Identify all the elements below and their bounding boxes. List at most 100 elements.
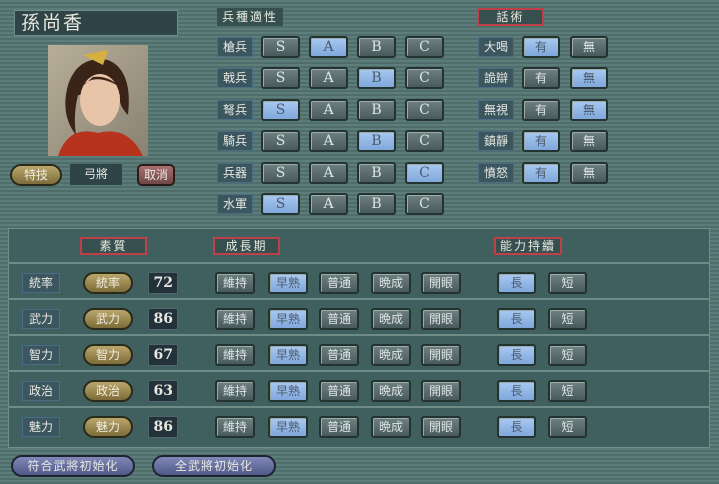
speech-skill-label: 無視 (478, 99, 514, 120)
duration-option-button[interactable]: 短 (548, 272, 587, 294)
growth-option-button[interactable]: 普通 (319, 344, 359, 366)
duration-option-button[interactable]: 短 (548, 344, 587, 366)
grade-button-C[interactable]: C (405, 67, 444, 90)
stat-value: 86 (148, 416, 178, 438)
stat-edit-button[interactable]: 政治 (83, 380, 133, 402)
speech-header: 話術 (477, 8, 544, 26)
duration-option-button[interactable]: 短 (548, 380, 587, 402)
grade-button-C[interactable]: C (405, 36, 444, 58)
none-option-button[interactable]: 無 (570, 161, 608, 184)
growth-option-button[interactable]: 普通 (319, 416, 359, 438)
stats-panel (8, 228, 710, 448)
reset-matching-officers-button[interactable]: 符合武將初始化 (11, 455, 135, 477)
duration-option-button[interactable]: 長 (497, 272, 536, 294)
growth-option-button[interactable]: 早熟 (268, 308, 308, 330)
troop-type-label: 兵器 (217, 162, 253, 183)
row-divider (8, 262, 710, 264)
stat-edit-button[interactable]: 武力 (83, 308, 133, 330)
growth-option-button[interactable]: 開眼 (421, 416, 461, 438)
grade-button-A[interactable]: A (309, 161, 348, 184)
growth-option-button[interactable]: 開眼 (421, 308, 461, 330)
growth-option-button[interactable]: 晩成 (371, 416, 411, 438)
stat-edit-button[interactable]: 智力 (83, 344, 133, 366)
duration-option-button[interactable]: 短 (548, 416, 587, 438)
has-option-button[interactable]: 有 (522, 98, 560, 121)
grade-button-B[interactable]: B (357, 98, 396, 121)
stat-edit-button[interactable]: 統率 (83, 272, 133, 294)
grade-button-A[interactable]: A (309, 98, 348, 121)
special-skill-button[interactable]: 特技 (10, 164, 62, 186)
growth-option-button[interactable]: 早熟 (268, 272, 308, 294)
none-option-button[interactable]: 無 (570, 98, 608, 121)
growth-option-button[interactable]: 維持 (215, 308, 255, 330)
troop-type-label: 騎兵 (217, 131, 253, 152)
none-option-button[interactable]: 無 (570, 36, 608, 58)
stat-label: 魅力 (22, 417, 60, 437)
special-skill-value: 弓將 (70, 164, 122, 185)
duration-option-button[interactable]: 長 (497, 344, 536, 366)
troop-type-label: 槍兵 (217, 37, 253, 57)
reset-all-officers-button[interactable]: 全武將初始化 (152, 455, 276, 477)
grade-button-S[interactable]: S (261, 161, 300, 184)
has-option-button[interactable]: 有 (522, 161, 560, 184)
row-divider (8, 298, 710, 300)
duration-option-button[interactable]: 短 (548, 308, 587, 330)
row-divider (8, 334, 710, 336)
growth-option-button[interactable]: 維持 (215, 380, 255, 402)
quality-header: 素質 (80, 237, 147, 255)
growth-option-button[interactable]: 普通 (319, 308, 359, 330)
growth-option-button[interactable]: 維持 (215, 416, 255, 438)
grade-button-A[interactable]: A (309, 67, 348, 90)
stat-value: 72 (148, 272, 178, 294)
none-option-button[interactable]: 無 (570, 67, 608, 90)
growth-option-button[interactable]: 維持 (215, 344, 255, 366)
growth-option-button[interactable]: 晩成 (371, 272, 411, 294)
troop-aptitude-header: 兵種適性 (217, 8, 283, 26)
growth-option-button[interactable]: 晩成 (371, 380, 411, 402)
grade-button-S[interactable]: S (261, 193, 300, 215)
grade-button-B[interactable]: B (357, 193, 396, 215)
grade-button-B[interactable]: B (357, 67, 396, 90)
duration-option-button[interactable]: 長 (497, 416, 536, 438)
grade-button-A[interactable]: A (309, 36, 348, 58)
has-option-button[interactable]: 有 (522, 130, 560, 153)
grade-button-S[interactable]: S (261, 67, 300, 90)
growth-option-button[interactable]: 晩成 (371, 308, 411, 330)
has-option-button[interactable]: 有 (522, 67, 560, 90)
growth-option-button[interactable]: 早熟 (268, 344, 308, 366)
grade-button-S[interactable]: S (261, 98, 300, 121)
growth-option-button[interactable]: 維持 (215, 272, 255, 294)
growth-option-button[interactable]: 開眼 (421, 272, 461, 294)
growth-option-button[interactable]: 開眼 (421, 344, 461, 366)
stat-value: 86 (148, 308, 178, 330)
grade-button-C[interactable]: C (405, 98, 444, 121)
speech-skill-label: 大喝 (478, 37, 514, 57)
duration-option-button[interactable]: 長 (497, 308, 536, 330)
grade-button-A[interactable]: A (309, 130, 348, 153)
grade-button-B[interactable]: B (357, 36, 396, 58)
stat-label: 武力 (22, 309, 60, 329)
growth-option-button[interactable]: 開眼 (421, 380, 461, 402)
row-divider (8, 370, 710, 372)
officer-name: 孫尚香 (14, 10, 178, 36)
grade-button-S[interactable]: S (261, 36, 300, 58)
grade-button-C[interactable]: C (405, 130, 444, 153)
duration-option-button[interactable]: 長 (497, 380, 536, 402)
stat-edit-button[interactable]: 魅力 (83, 416, 133, 438)
troop-type-label: 戟兵 (217, 68, 253, 89)
growth-option-button[interactable]: 晩成 (371, 344, 411, 366)
grade-button-B[interactable]: B (357, 161, 396, 184)
growth-option-button[interactable]: 早熟 (268, 380, 308, 402)
grade-button-A[interactable]: A (309, 193, 348, 215)
grade-button-C[interactable]: C (405, 161, 444, 184)
growth-option-button[interactable]: 早熟 (268, 416, 308, 438)
grade-button-B[interactable]: B (357, 130, 396, 153)
growth-option-button[interactable]: 普通 (319, 272, 359, 294)
cancel-skill-button[interactable]: 取消 (137, 164, 175, 186)
none-option-button[interactable]: 無 (570, 130, 608, 153)
grade-button-S[interactable]: S (261, 130, 300, 153)
has-option-button[interactable]: 有 (522, 36, 560, 58)
speech-skill-label: 詭辯 (478, 68, 514, 89)
growth-option-button[interactable]: 普通 (319, 380, 359, 402)
grade-button-C[interactable]: C (405, 193, 444, 215)
